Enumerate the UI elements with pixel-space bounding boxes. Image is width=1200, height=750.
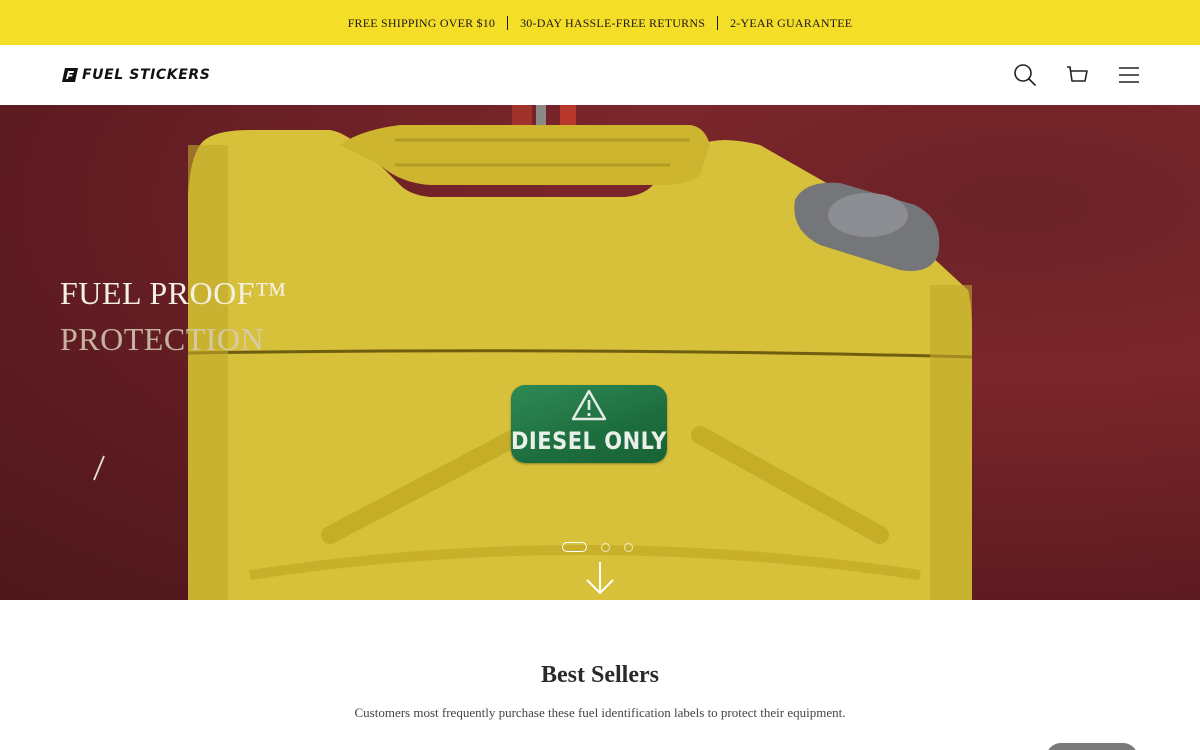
site-header: FUEL STICKERS xyxy=(0,45,1200,105)
hero-title-line2: PROTECTION xyxy=(60,321,265,357)
slide-dot-2[interactable] xyxy=(601,542,610,552)
diesel-only-label: DIESEL ONLY xyxy=(511,385,667,463)
hero-decorative-slash xyxy=(93,455,105,481)
best-sellers-title: Best Sellers xyxy=(541,662,659,688)
hero-title-line1: FUEL PROOF™ xyxy=(60,275,287,311)
slide-indicators xyxy=(562,542,633,552)
search-button[interactable] xyxy=(1013,63,1037,87)
logo-mark-icon xyxy=(62,68,78,82)
cart-icon xyxy=(1067,66,1088,82)
slide-dot-1[interactable] xyxy=(562,542,587,552)
header-actions xyxy=(1013,63,1141,87)
site-logo[interactable]: FUEL STICKERS xyxy=(62,67,210,83)
floating-chat-button[interactable] xyxy=(1046,743,1138,750)
hero-title: FUEL PROOF™ PROTECTION xyxy=(60,270,287,362)
announcement-returns: 30-DAY HASSLE-FREE RETURNS xyxy=(520,15,706,30)
menu-button[interactable] xyxy=(1117,63,1141,87)
hero-slideshow[interactable]: FUEL PROOF™ PROTECTION DIESEL ONLY xyxy=(0,105,1200,600)
announcement-bar: FREE SHIPPING OVER $10 30-DAY HASSLE-FRE… xyxy=(0,0,1200,45)
warning-icon xyxy=(571,389,607,421)
best-sellers-subtitle: Customers most frequently purchase these… xyxy=(354,705,846,720)
slide-dot-3[interactable] xyxy=(624,542,633,552)
menu-icon xyxy=(1119,67,1139,83)
diesel-label-text: DIESEL ONLY xyxy=(511,427,667,455)
cart-button[interactable] xyxy=(1065,63,1089,87)
search-icon xyxy=(1014,64,1036,86)
best-sellers-section: Best Sellers Customers most frequently p… xyxy=(0,600,1200,750)
announcement-guarantee: 2-YEAR GUARANTEE xyxy=(730,15,853,30)
scroll-down-arrow-icon[interactable] xyxy=(585,560,615,596)
announcement-shipping: FREE SHIPPING OVER $10 xyxy=(347,15,496,30)
logo-text: FUEL STICKERS xyxy=(82,67,211,83)
